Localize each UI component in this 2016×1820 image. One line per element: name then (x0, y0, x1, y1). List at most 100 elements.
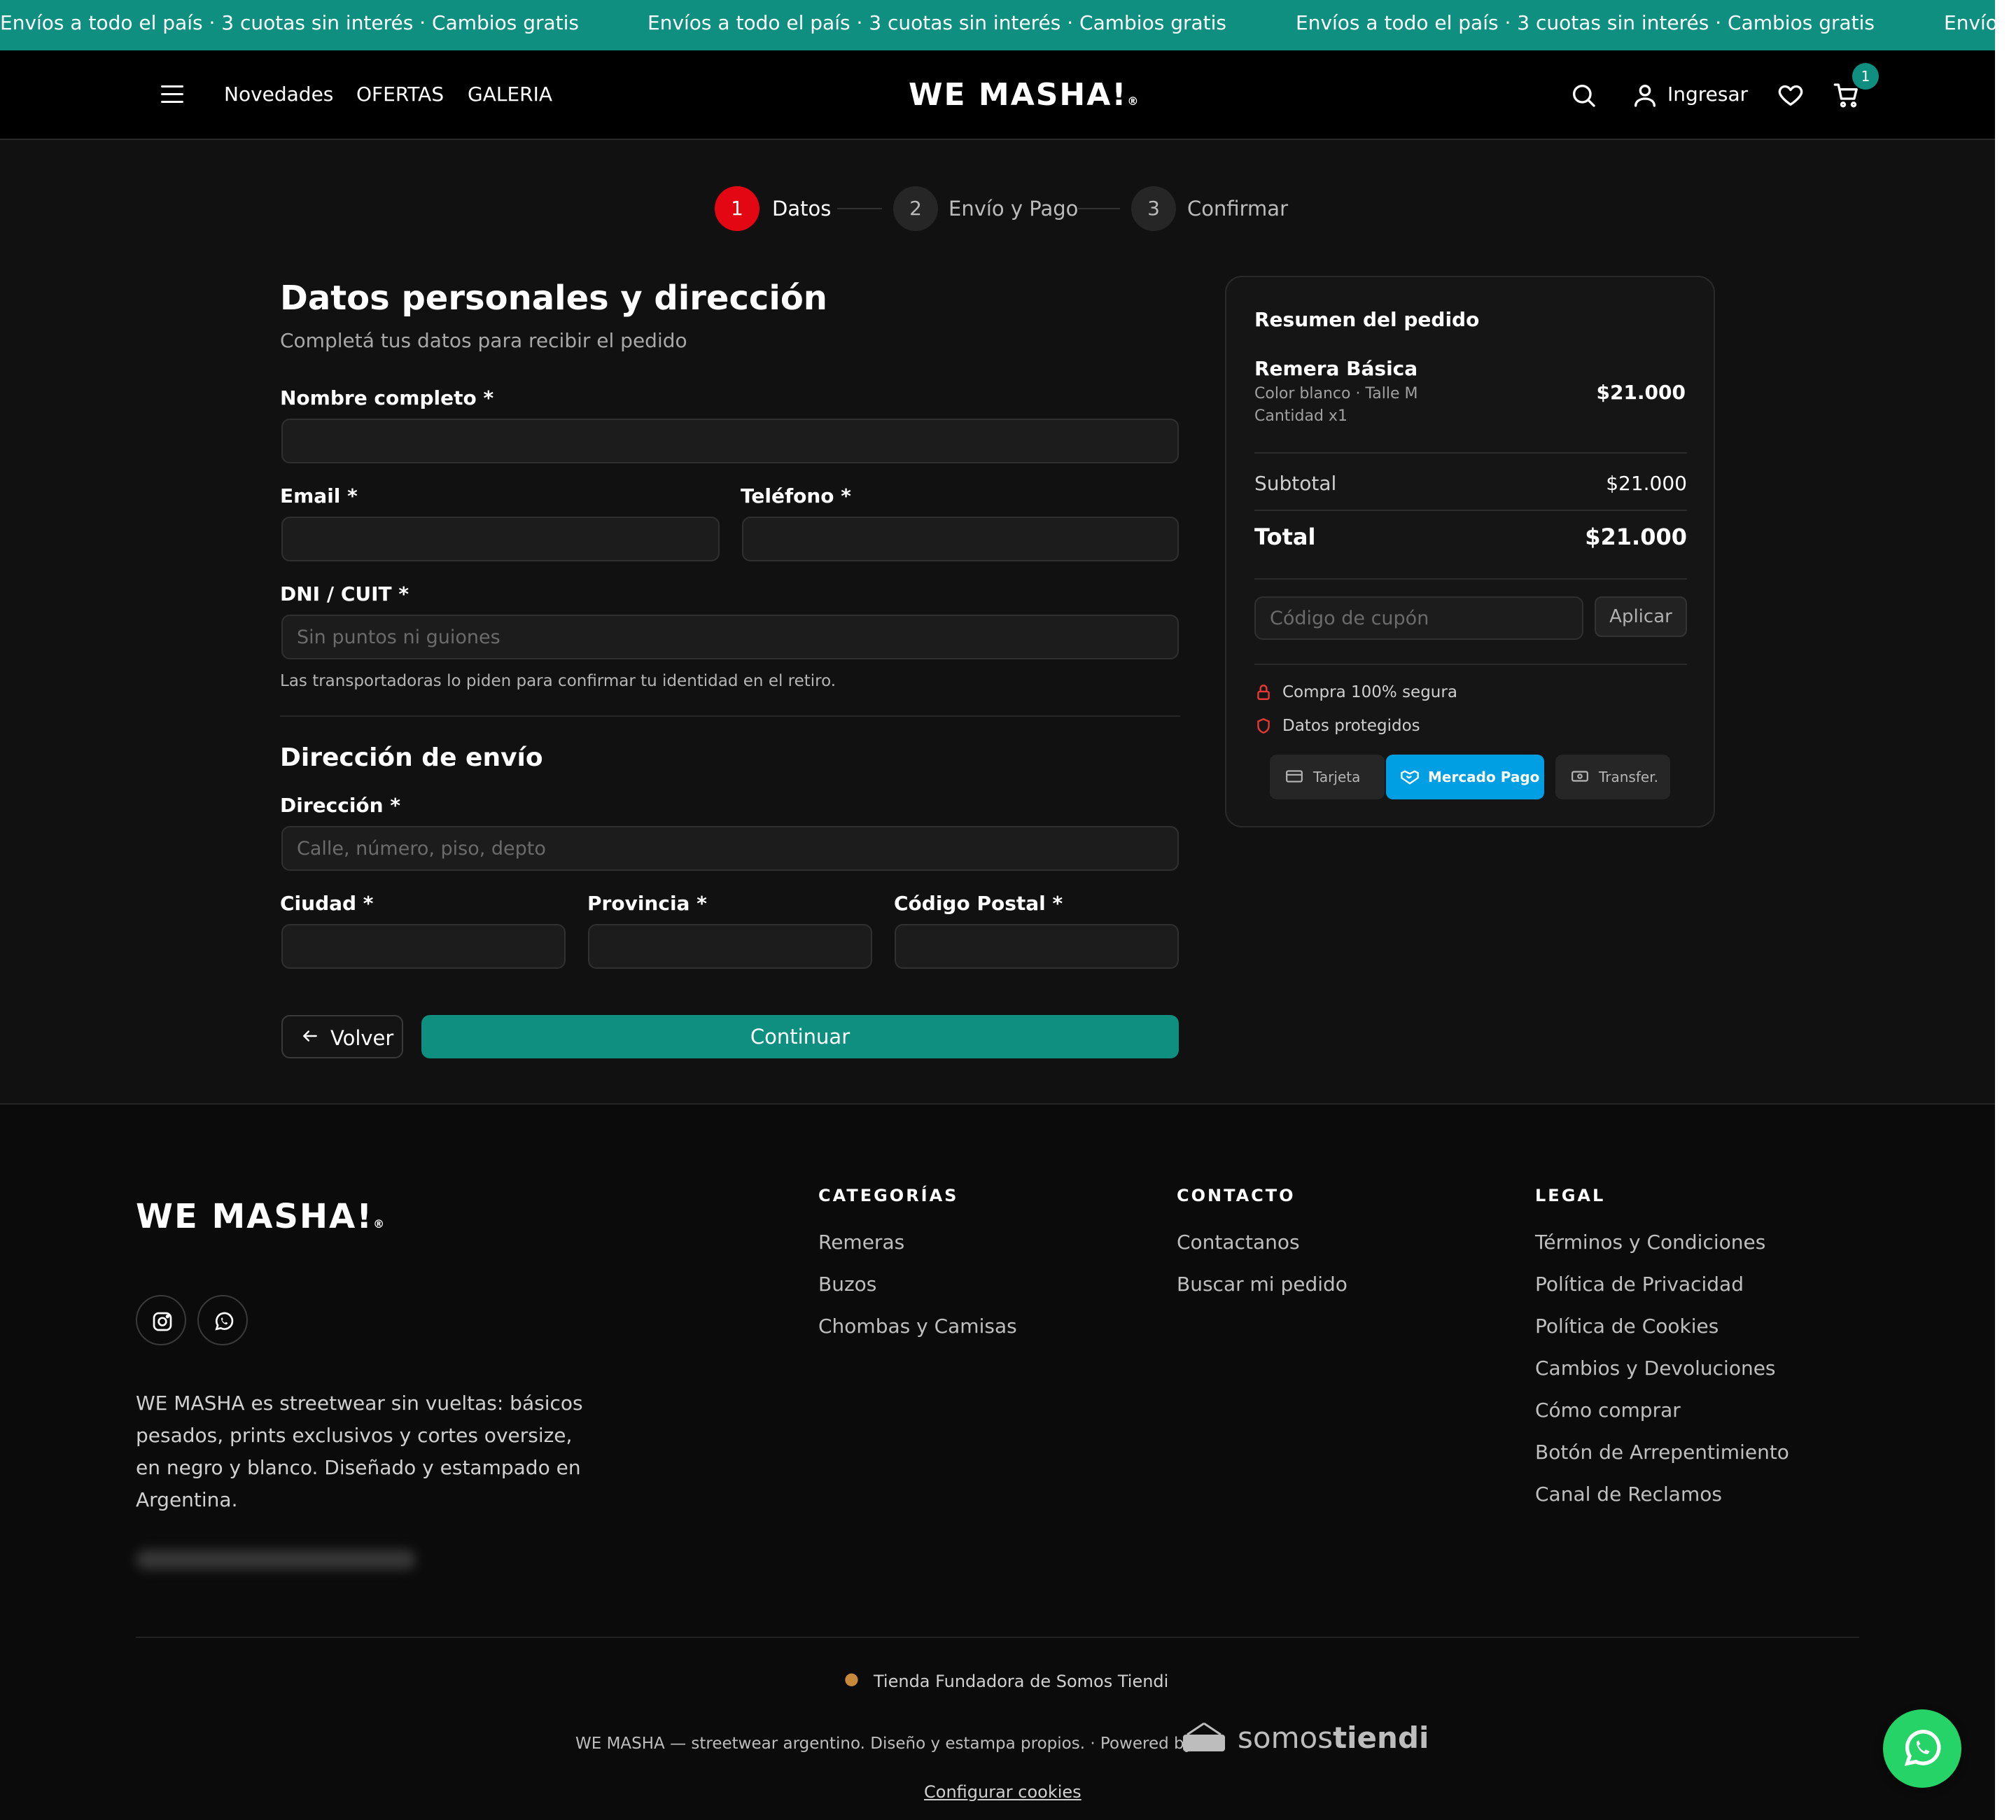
province-input[interactable] (588, 924, 872, 969)
nav-novedades[interactable]: Novedades (224, 83, 333, 106)
shield-icon (1257, 718, 1270, 734)
footer-link-buscar-pedido[interactable]: Buscar mi pedido (1177, 1273, 1348, 1296)
product-quantity: Cantidad x1 (1254, 407, 1348, 425)
cart-count-badge: 1 (1852, 63, 1879, 90)
promo-text: Envíos a todo el país · 3 cuotas sin int… (648, 11, 1226, 34)
pay-method-transfer[interactable]: Transfer. (1555, 755, 1670, 799)
back-button[interactable]: Volver (281, 1015, 403, 1058)
footer-contact-title: CONTACTO (1177, 1186, 1296, 1205)
step-1-number: 1 (715, 186, 760, 231)
dni-input[interactable] (281, 615, 1179, 659)
back-button-label: Volver (330, 1026, 394, 1050)
whatsapp-link[interactable] (197, 1295, 248, 1345)
subtotal-row: Subtotal $21.000 (1254, 472, 1687, 495)
footer-link-privacidad[interactable]: Política de Privacidad (1535, 1273, 1744, 1296)
menu-icon[interactable] (161, 85, 183, 104)
step-connector (1078, 208, 1120, 209)
step-2-number: 2 (893, 186, 938, 231)
whatsapp-float-button[interactable] (1883, 1709, 1961, 1788)
form-subtitle: Completá tus datos para recibir el pedid… (280, 329, 687, 352)
full-name-input[interactable] (281, 419, 1179, 463)
whatsapp-icon (215, 1312, 234, 1331)
scrollbar-gutter (1995, 0, 2016, 1820)
dni-hint: Las transportadoras lo piden para confir… (280, 672, 836, 690)
coupon-input[interactable] (1254, 596, 1583, 640)
summary-divider (1254, 452, 1687, 454)
email-label: Email * (280, 484, 358, 507)
footer-link-contactanos[interactable]: Contactanos (1177, 1231, 1300, 1254)
footer-link-terminos[interactable]: Términos y Condiciones (1535, 1231, 1765, 1254)
zip-input[interactable] (895, 924, 1179, 969)
nav-ofertas[interactable]: OFERTAS (356, 83, 444, 106)
footer-link-arrepentimiento[interactable]: Botón de Arrepentimiento (1535, 1441, 1789, 1464)
pay-method-card[interactable]: Tarjeta (1270, 755, 1385, 799)
user-icon[interactable] (1631, 81, 1659, 109)
heart-icon[interactable] (1777, 81, 1805, 109)
powered-by-text: WE MASHA — streetwear argentino. Diseño … (575, 1735, 1194, 1753)
summary-divider (1254, 664, 1687, 665)
form-title: Datos personales y dirección (280, 279, 827, 318)
credit-card-icon (1285, 769, 1303, 788)
footer-categories-title: CATEGORÍAS (818, 1186, 959, 1205)
cookie-settings-link[interactable]: Configurar cookies (924, 1782, 1082, 1802)
city-input[interactable] (281, 924, 566, 969)
footer-legal-title: LEGAL (1535, 1186, 1606, 1205)
address-input[interactable] (281, 826, 1179, 871)
address-label: Dirección * (280, 794, 400, 817)
product-name: Remera Básica (1254, 357, 1418, 380)
footer-link-buzos[interactable]: Buzos (818, 1273, 876, 1296)
total-row: Total $21.000 (1254, 524, 1687, 550)
pay-method-mercado-pago[interactable]: Mercado Pago (1386, 755, 1544, 799)
step-connector (837, 208, 882, 209)
instagram-icon (153, 1312, 172, 1331)
footer-link-remeras[interactable]: Remeras (818, 1231, 904, 1254)
footer-link-chombas[interactable]: Chombas y Camisas (818, 1315, 1017, 1338)
continue-button[interactable]: Continuar (421, 1015, 1179, 1058)
footer-link-cambios[interactable]: Cambios y Devoluciones (1535, 1357, 1776, 1380)
site-header: Novedades OFERTAS GALERIA WE MASHA!® Ing… (0, 50, 1995, 140)
total-value: $21.000 (1585, 524, 1687, 550)
apply-coupon-button[interactable]: Aplicar (1595, 596, 1687, 637)
secure-purchase-text: Compra 100% segura (1282, 683, 1457, 701)
step-2-label: Envío y Pago (948, 197, 1079, 220)
footer-link-reclamos[interactable]: Canal de Reclamos (1535, 1483, 1722, 1506)
promo-text: Envíos a todo el país · 3 cuotas sin int… (1296, 11, 1875, 34)
site-logo[interactable]: WE MASHA!® (909, 77, 1138, 113)
cash-icon (1571, 769, 1589, 788)
promo-bar: Envíos a todo el país · 3 cuotas sin int… (0, 0, 1995, 50)
medal-icon: ● (844, 1669, 859, 1688)
summary-divider (1254, 510, 1687, 511)
store-sign-icon (1183, 1722, 1225, 1751)
whatsapp-icon (1904, 1730, 1941, 1766)
search-icon[interactable] (1569, 81, 1597, 109)
phone-input[interactable] (742, 517, 1179, 561)
city-label: Ciudad * (280, 892, 374, 915)
handshake-icon (1400, 769, 1420, 789)
lock-icon (1257, 685, 1270, 700)
promo-text: Envío (1944, 11, 1995, 34)
data-protected-text: Datos protegidos (1282, 717, 1420, 735)
footer-divider (136, 1637, 1859, 1638)
footer-link-cookies[interactable]: Política de Cookies (1535, 1315, 1718, 1338)
name-label: Nombre completo * (280, 386, 494, 410)
order-summary-card: Resumen del pedido Remera Básica Color b… (1225, 276, 1715, 827)
shipping-title: Dirección de envío (280, 743, 543, 772)
phone-label: Teléfono * (741, 484, 851, 507)
nav-galeria[interactable]: GALERIA (468, 83, 552, 106)
footer-logo[interactable]: WE MASHA!® (136, 1197, 384, 1236)
section-divider (280, 715, 1180, 717)
arrow-left-icon (301, 1026, 319, 1050)
subtotal-value: $21.000 (1606, 472, 1687, 495)
footer-about: WE MASHA es streetwear sin vueltas: bási… (136, 1392, 583, 1511)
founder-badge-text: Tienda Fundadora de Somos Tiendi (874, 1672, 1169, 1691)
zip-label: Código Postal * (894, 892, 1063, 915)
login-link[interactable]: Ingresar (1667, 83, 1748, 106)
instagram-link[interactable] (136, 1295, 186, 1345)
product-price: $21.000 (1596, 381, 1686, 404)
province-label: Provincia * (587, 892, 707, 915)
somos-tiendi-logo[interactable]: somostiendi (1238, 1721, 1429, 1755)
step-3-number: 3 (1131, 186, 1176, 231)
footer-link-como-comprar[interactable]: Cómo comprar (1535, 1399, 1681, 1422)
email-input[interactable] (281, 517, 720, 561)
checkout-page: Envíos a todo el país · 3 cuotas sin int… (0, 0, 2016, 1820)
